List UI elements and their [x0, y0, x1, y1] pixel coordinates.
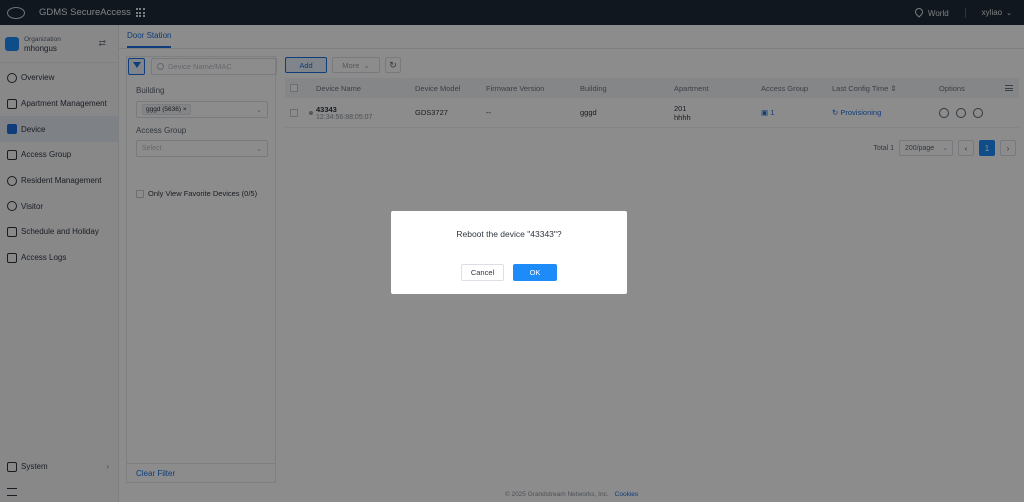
dialog-message: Reboot the device "43343"? — [456, 229, 562, 239]
reboot-dialog: Reboot the device "43343"? Cancel OK — [391, 211, 627, 294]
cancel-button[interactable]: Cancel — [461, 264, 504, 281]
ok-button[interactable]: OK — [513, 264, 557, 281]
